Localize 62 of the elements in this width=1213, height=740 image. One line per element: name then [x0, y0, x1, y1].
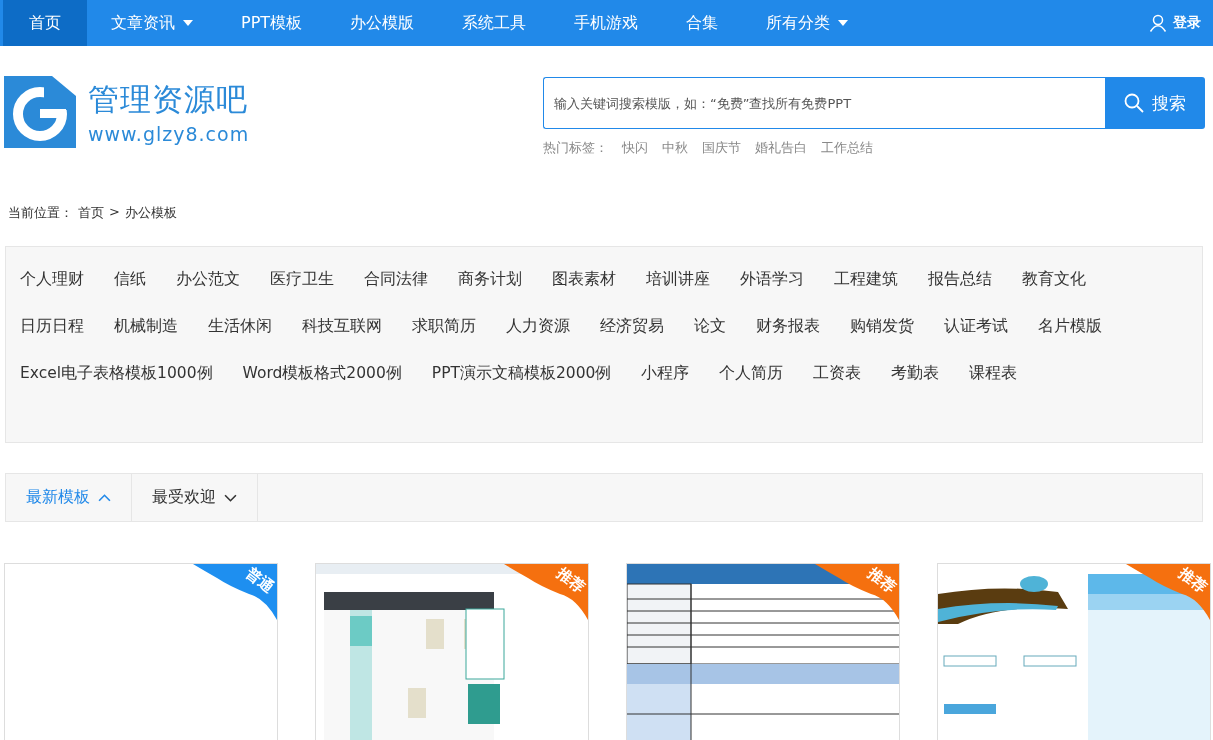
category-link[interactable]: 购销发货 — [850, 316, 914, 337]
nav-item[interactable]: PPT模板 — [217, 0, 327, 46]
category-link[interactable]: 医疗卫生 — [270, 269, 334, 290]
category-link[interactable]: 名片模版 — [1038, 316, 1102, 337]
nav-item[interactable]: 系统工具 — [438, 0, 551, 46]
search-button[interactable]: 搜索 — [1105, 77, 1205, 129]
category-link[interactable]: PPT演示文稿模板2000例 — [431, 363, 612, 384]
hot-tag[interactable]: 快闪 — [622, 139, 648, 157]
nav-item[interactable]: 首页 — [3, 0, 87, 46]
category-link[interactable]: 个人简历 — [719, 363, 784, 384]
category-link[interactable]: Word模板格式2000例 — [242, 363, 402, 384]
hot-tags-label: 热门标签： — [543, 139, 608, 157]
login-link[interactable]: 登录 — [1149, 0, 1213, 46]
nav-item[interactable]: 手机游戏 — [550, 0, 663, 46]
category-link[interactable]: 商务计划 — [458, 269, 522, 290]
category-link[interactable]: 图表素材 — [552, 269, 616, 290]
hot-tag[interactable]: 婚礼告白 — [755, 139, 807, 157]
site-url: www.glzy8.com — [88, 123, 250, 145]
category-link[interactable]: 财务报表 — [756, 316, 820, 337]
ribbon-label: 推荐 — [553, 564, 588, 598]
category-link[interactable]: 外语学习 — [740, 269, 804, 290]
category-link[interactable]: 日历日程 — [20, 316, 84, 337]
category-link[interactable]: 小程序 — [641, 363, 690, 384]
breadcrumb-separator: > — [109, 204, 120, 221]
breadcrumb-label: 当前位置： — [8, 204, 73, 222]
category-link[interactable]: 论文 — [694, 316, 726, 337]
category-link[interactable]: 认证考试 — [944, 316, 1008, 337]
ribbon-label: 推荐 — [864, 564, 899, 598]
category-link[interactable]: 个人理财 — [20, 269, 84, 290]
category-link[interactable]: 培训讲座 — [646, 269, 710, 290]
category-link[interactable]: 信纸 — [114, 269, 146, 290]
user-icon — [1149, 14, 1167, 32]
category-link[interactable]: 考勤表 — [891, 363, 940, 384]
nav-item[interactable]: 办公模版 — [326, 0, 439, 46]
logo-icon — [4, 76, 76, 148]
category-link[interactable]: 课程表 — [969, 363, 1018, 384]
category-link[interactable]: 人力资源 — [506, 316, 570, 337]
ribbon-label: 推荐 — [1175, 564, 1210, 598]
category-link[interactable]: Excel电子表格模板1000例 — [20, 363, 213, 384]
category-link[interactable]: 机械制造 — [114, 316, 178, 337]
category-link[interactable]: 报告总结 — [928, 269, 992, 290]
category-link[interactable]: 生活休闲 — [208, 316, 272, 337]
nav-item[interactable]: 文章资讯 — [87, 0, 217, 46]
search-icon — [1124, 93, 1144, 113]
hot-tag[interactable]: 中秋 — [662, 139, 688, 157]
category-link[interactable]: 科技互联网 — [302, 316, 382, 337]
hot-tag[interactable]: 国庆节 — [702, 139, 741, 157]
breadcrumb-link[interactable]: 办公模板 — [124, 204, 177, 246]
category-link[interactable]: 合同法律 — [364, 269, 428, 290]
nav-item[interactable]: 所有分类 — [742, 0, 873, 46]
category-link[interactable]: 工程建筑 — [834, 269, 898, 290]
nav-item[interactable]: 合集 — [662, 0, 743, 46]
category-link[interactable]: 经济贸易 — [600, 316, 664, 337]
ribbon-label: 普通 — [242, 564, 277, 598]
category-link[interactable]: 教育文化 — [1022, 269, 1086, 290]
breadcrumb-link[interactable]: 首页 — [78, 204, 104, 246]
hot-tag[interactable]: 工作总结 — [821, 139, 873, 157]
category-link[interactable]: 工资表 — [813, 363, 862, 384]
site-name: 管理资源吧 — [88, 80, 249, 119]
search-field[interactable]: 输入关键词搜索模版，如：“免费”查找所有免费PPT — [543, 77, 1105, 129]
category-link[interactable]: 办公范文 — [176, 269, 240, 290]
category-link[interactable]: 求职简历 — [412, 316, 476, 337]
